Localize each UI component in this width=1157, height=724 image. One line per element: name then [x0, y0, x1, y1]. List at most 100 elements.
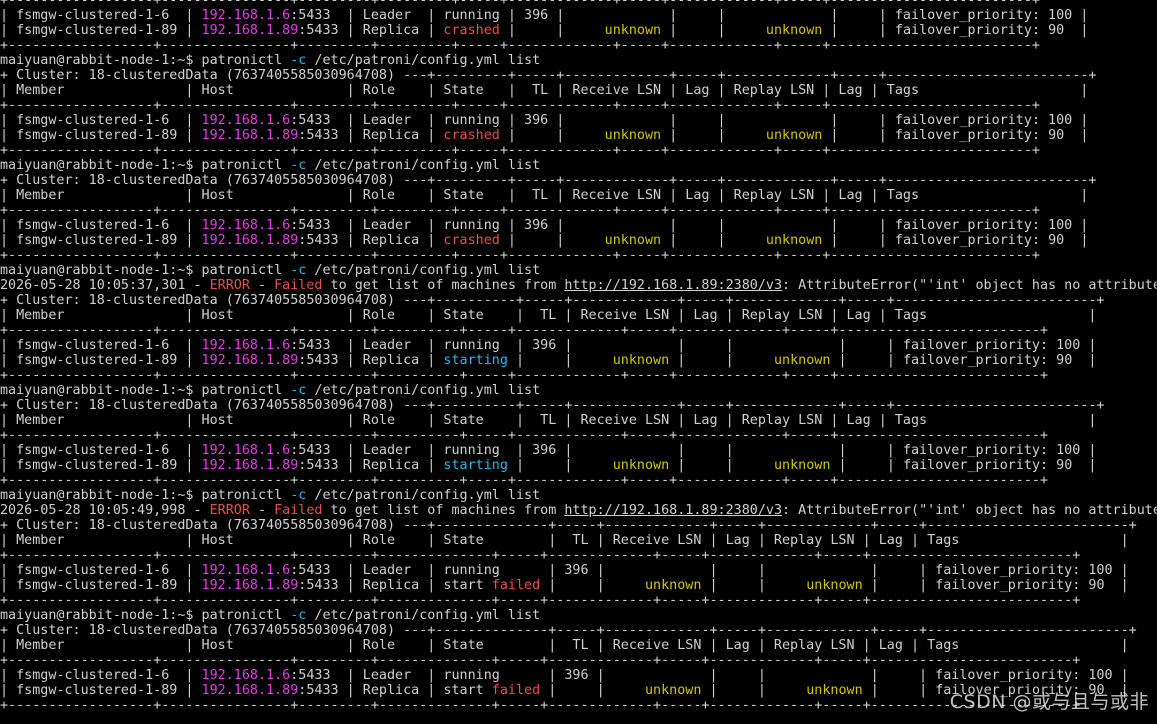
terminal-text: | | [701, 683, 807, 698]
terminal-text: 2026-05-28 10:05:37,301 - [0, 278, 210, 293]
terminal-text: :5433 | Leader | running | 396 | | | | |… [290, 8, 1089, 23]
terminal-text: to get list of machines from [322, 503, 565, 518]
terminal-text: | fsmgw-clustered-1-6 | [0, 218, 202, 233]
terminal-text: /etc/patroni/config.yml list [306, 158, 541, 173]
terminal-line: maiyuan@rabbit-node-1:~$ patronictl -c /… [0, 263, 1157, 278]
terminal-line: | fsmgw-clustered-1-89 | 192.168.1.89:54… [0, 23, 1157, 38]
terminal-text: /etc/patroni/config.yml list [306, 488, 541, 503]
terminal-text: - [249, 503, 275, 518]
terminal-line: 2026-05-28 10:05:37,301 - ERROR - Failed… [0, 278, 1157, 293]
terminal-text: + Cluster: 18-clusteredData (76374055850… [0, 398, 1105, 413]
terminal-text: : AttributeError("'int' object has no at… [782, 278, 1157, 293]
url-link[interactable]: http://192.168.1.89:2380/v3 [564, 503, 782, 518]
terminal-text: : AttributeError("'int' object has no at… [782, 503, 1157, 518]
terminal-text: | | [507, 353, 613, 368]
terminal-text: 2026-05-28 10:05:49,998 - [0, 503, 210, 518]
terminal-line: +------------------+----------------+---… [0, 593, 1157, 608]
terminal-line: +------------------+----------------+---… [0, 653, 1157, 668]
terminal-text: starting [443, 353, 508, 368]
terminal-text: + Cluster: 18-clusteredData (76374055850… [0, 518, 1137, 533]
terminal-text: 192.168.1.6 [201, 563, 291, 578]
terminal-text: | fsmgw-clustered-1-89 | [0, 23, 202, 38]
terminal-text: | | [499, 233, 605, 248]
terminal-text: | | [540, 578, 645, 593]
terminal-text: ERROR [209, 503, 250, 518]
terminal-text: | fsmgw-clustered-1-89 | [0, 233, 202, 248]
terminal-text: + Cluster: 18-clusteredData (76374055850… [0, 173, 1097, 188]
terminal-text: -c [290, 488, 307, 503]
terminal-text: | | failover_priority: 90 | [862, 578, 1129, 593]
terminal-text: | fsmgw-clustered-1-6 | [0, 563, 202, 578]
terminal-text: unknown [604, 233, 662, 248]
terminal-text: 192.168.1.6 [201, 8, 291, 23]
terminal-text: | fsmgw-clustered-1-6 | [0, 8, 202, 23]
terminal-line: | Member | Host | Role | State | TL | Re… [0, 83, 1157, 98]
terminal-text: maiyuan@rabbit-node-1:~$ patronictl [0, 383, 291, 398]
terminal-line: + Cluster: 18-clusteredData (76374055850… [0, 293, 1157, 308]
terminal-text: 192.168.1.89 [201, 23, 299, 38]
terminal-text: | fsmgw-clustered-1-89 | [0, 683, 202, 698]
terminal-line: +------------------+----------------+---… [0, 98, 1157, 113]
terminal-text: 192.168.1.6 [201, 338, 291, 353]
terminal-text: | fsmgw-clustered-1-89 | [0, 578, 202, 593]
terminal-line: +------------------+----------------+---… [0, 38, 1157, 53]
terminal-text: | fsmgw-clustered-1-6 | [0, 113, 202, 128]
terminal-text: | fsmgw-clustered-1-6 | [0, 443, 202, 458]
terminal-window[interactable]: +------------------+----------------+---… [0, 0, 1157, 724]
terminal-text: | fsmgw-clustered-1-89 | [0, 128, 202, 143]
terminal-text: :5433 | Leader | running | 396 | | | | |… [290, 668, 1129, 683]
terminal-line: maiyuan@rabbit-node-1:~$ patronictl -c /… [0, 53, 1157, 68]
terminal-text: unknown [604, 128, 662, 143]
terminal-line: | Member | Host | Role | State | TL | Re… [0, 413, 1157, 428]
terminal-text: | | [499, 23, 605, 38]
terminal-text: starting [443, 458, 508, 473]
terminal-line: | Member | Host | Role | State | TL | Re… [0, 533, 1157, 548]
terminal-text: unknown [612, 458, 670, 473]
terminal-text: :5433 | Replica | [298, 353, 444, 368]
terminal-text: | Member | Host | Role | State | TL | Re… [0, 308, 1097, 323]
terminal-text: :5433 | Leader | running | 396 | | | | |… [290, 338, 1097, 353]
url-link[interactable]: http://192.168.1.89:2380/v3 [564, 278, 782, 293]
terminal-text: /etc/patroni/config.yml list [306, 608, 541, 623]
terminal-text: +------------------+----------------+---… [0, 698, 1081, 713]
terminal-text: unknown [604, 23, 662, 38]
terminal-text: 192.168.1.89 [201, 128, 299, 143]
terminal-text: :5433 | Leader | running | 396 | | | | |… [290, 218, 1089, 233]
terminal-text: crashed [443, 233, 500, 248]
terminal-line: maiyuan@rabbit-node-1:~$ patronictl -c /… [0, 383, 1157, 398]
terminal-text: :5433 | Replica | start [298, 683, 492, 698]
terminal-text: 192.168.1.89 [201, 458, 299, 473]
terminal-text: maiyuan@rabbit-node-1:~$ patronictl [0, 53, 291, 68]
terminal-text: +------------------+----------------+---… [0, 593, 1081, 608]
terminal-line: +------------------+----------------+---… [0, 143, 1157, 158]
terminal-line: maiyuan@rabbit-node-1:~$ patronictl -c /… [0, 488, 1157, 503]
terminal-text: :5433 | Leader | running | 396 | | | | |… [290, 113, 1089, 128]
terminal-line: + Cluster: 18-clusteredData (76374055850… [0, 173, 1157, 188]
terminal-text: /etc/patroni/config.yml list [306, 263, 541, 278]
terminal-text: +------------------+----------------+---… [0, 248, 1040, 263]
terminal-text: | Member | Host | Role | State | TL | Re… [0, 188, 1089, 203]
terminal-line: +------------------+----------------+---… [0, 323, 1157, 338]
terminal-text: | fsmgw-clustered-1-89 | [0, 458, 202, 473]
terminal-text: | | failover_priority: 90 | [822, 128, 1089, 143]
terminal-text: | | [701, 578, 807, 593]
terminal-line: | fsmgw-clustered-1-6 | 192.168.1.6:5433… [0, 563, 1157, 578]
terminal-text: | | failover_priority: 90 | [830, 458, 1097, 473]
terminal-text: Failed [274, 503, 323, 518]
terminal-text: | fsmgw-clustered-1-6 | [0, 338, 202, 353]
terminal-text: /etc/patroni/config.yml list [306, 53, 541, 68]
terminal-text: 192.168.1.6 [201, 668, 291, 683]
terminal-line: | fsmgw-clustered-1-89 | 192.168.1.89:54… [0, 233, 1157, 248]
terminal-line: +------------------+----------------+---… [0, 203, 1157, 218]
terminal-text: :5433 | Leader | running | 396 | | | | |… [290, 443, 1097, 458]
terminal-text: -c [290, 158, 307, 173]
terminal-text: | | failover_priority: 90 | [830, 353, 1097, 368]
terminal-text: failed [491, 683, 541, 698]
terminal-text: -c [290, 383, 307, 398]
terminal-line: | fsmgw-clustered-1-89 | 192.168.1.89:54… [0, 353, 1157, 368]
terminal-line: | Member | Host | Role | State | TL | Re… [0, 638, 1157, 653]
terminal-line: | fsmgw-clustered-1-89 | 192.168.1.89:54… [0, 578, 1157, 593]
terminal-text: :5433 | Replica | start [298, 578, 492, 593]
terminal-text: 192.168.1.6 [201, 218, 291, 233]
terminal-line: maiyuan@rabbit-node-1:~$ patronictl -c /… [0, 608, 1157, 623]
